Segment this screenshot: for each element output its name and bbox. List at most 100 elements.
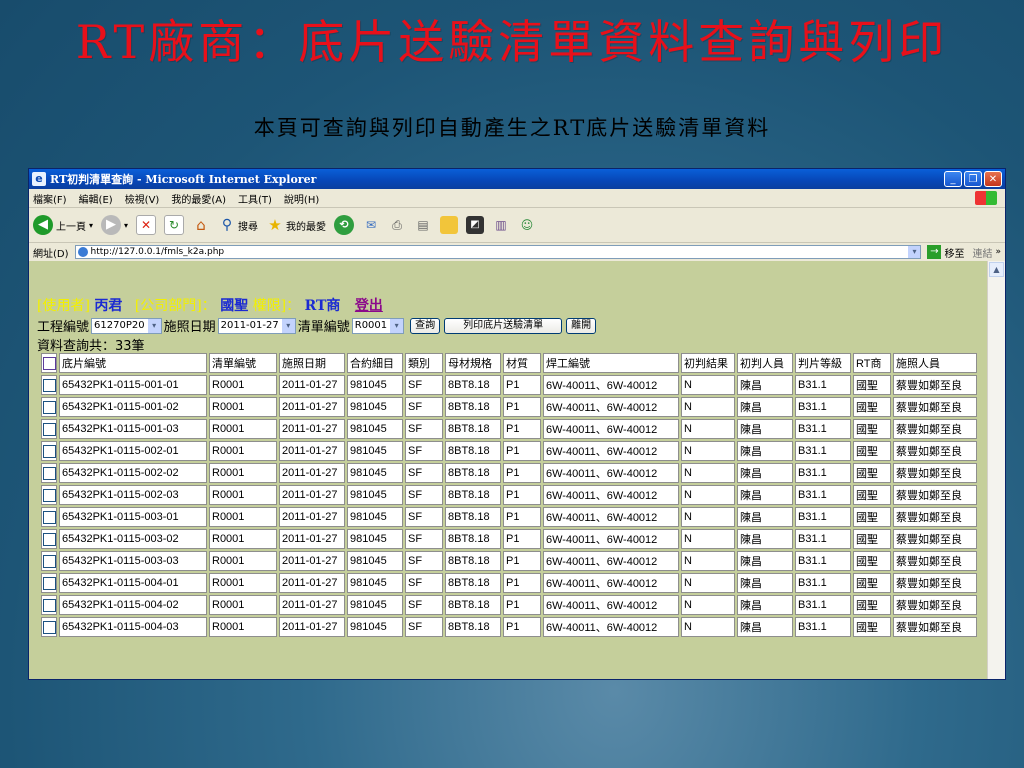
table-cell: 8BT8.18 xyxy=(445,529,501,549)
menu-item[interactable]: 檔案(F) xyxy=(33,191,67,206)
row-checkbox[interactable] xyxy=(42,444,56,458)
table-cell: B31.1 xyxy=(795,375,851,395)
back-label: 上一頁 xyxy=(56,221,86,233)
table-row: 65432PK1-0115-002-03 R0001 2011-01-27 98104… xyxy=(41,485,977,505)
select-all-checkbox[interactable] xyxy=(42,356,56,370)
back-button[interactable]: ◀ 上一頁 ▾ xyxy=(33,215,93,235)
table-cell: N xyxy=(681,595,735,615)
table-cell: N xyxy=(681,419,735,439)
table-cell: 6W-40011、6W-40012 xyxy=(543,529,679,549)
project-select[interactable]: 61270P20 ▾ xyxy=(91,317,162,334)
folder-button[interactable] xyxy=(440,216,459,234)
table-cell: B31.1 xyxy=(795,529,851,549)
go-button[interactable]: → 移至 xyxy=(927,245,964,260)
address-input[interactable]: http://127.0.0.1/fmls_k2a.php ▾ xyxy=(74,245,922,259)
table-cell: P1 xyxy=(503,507,541,527)
refresh-button[interactable]: ↻ xyxy=(164,215,185,235)
row-checkbox[interactable] xyxy=(42,576,56,590)
role-name: RT商 xyxy=(304,298,341,314)
favorites-button[interactable]: ★ 我的最愛 xyxy=(266,216,326,234)
slide-subtitle: 本頁可查詢與列印自動產生之RT底片送驗清單資料 xyxy=(253,116,771,140)
list-select[interactable]: R0001 ▾ xyxy=(351,317,405,334)
dept-label: [公司部門]： xyxy=(134,298,216,314)
table-cell: 陳昌 xyxy=(737,375,793,395)
list-label: 清單編號 xyxy=(297,320,350,335)
scroll-up-icon[interactable]: ▲ xyxy=(989,262,1004,277)
maximize-button[interactable]: ❐ xyxy=(964,171,982,187)
table-cell: R0001 xyxy=(209,507,277,527)
forward-button[interactable]: ▶ ▾ xyxy=(101,215,128,235)
table-cell: 6W-40011、6W-40012 xyxy=(543,507,679,527)
table-cell: B31.1 xyxy=(795,463,851,483)
close-button[interactable]: ✕ xyxy=(984,171,1002,187)
folder-icon xyxy=(440,216,459,234)
printer-icon: ⎙ xyxy=(392,218,402,232)
table-cell: 國聖 xyxy=(853,441,891,461)
table-cell: 2011-01-27 xyxy=(279,485,345,505)
menu-item[interactable]: 編輯(E) xyxy=(79,191,113,206)
mail-button[interactable]: ✉ xyxy=(362,216,380,234)
vertical-scrollbar[interactable]: ▲ xyxy=(987,261,1005,679)
table-cell: P1 xyxy=(503,573,541,593)
print-button[interactable]: ⎙ xyxy=(388,216,406,234)
row-checkbox[interactable] xyxy=(42,532,56,546)
table-cell: B31.1 xyxy=(795,573,851,593)
table-cell: 陳昌 xyxy=(737,573,793,593)
row-checkbox[interactable] xyxy=(42,488,56,502)
chevron-down-icon[interactable]: ▾ xyxy=(908,246,921,258)
table-cell: 蔡豐如鄭至良 xyxy=(893,595,977,615)
table-cell: P1 xyxy=(503,441,541,461)
print-list-button[interactable]: 列印底片送驗清單 xyxy=(444,317,563,334)
table-cell: N xyxy=(681,441,735,461)
row-checkbox[interactable] xyxy=(42,378,56,392)
research-button[interactable]: ◩ xyxy=(466,216,485,234)
table-cell: 國聖 xyxy=(853,507,891,527)
table-cell: 2011-01-27 xyxy=(279,375,345,395)
table-cell: 8BT8.18 xyxy=(445,397,501,417)
row-checkbox[interactable] xyxy=(42,466,56,480)
exit-button[interactable]: 離開 xyxy=(566,317,597,334)
table-cell: SF xyxy=(405,617,443,637)
table-cell: N xyxy=(681,617,735,637)
back-arrow-icon: ◀ xyxy=(33,215,53,235)
messenger-button[interactable]: ☺ xyxy=(518,216,536,234)
table-cell: 981045 xyxy=(347,617,403,637)
row-checkbox[interactable] xyxy=(42,422,56,436)
table-cell: N xyxy=(681,573,735,593)
menu-item[interactable]: 我的最愛(A) xyxy=(171,191,226,206)
history-button[interactable]: ⟲ xyxy=(334,215,355,235)
date-select[interactable]: 2011-01-27 ▾ xyxy=(217,317,296,334)
minimize-button[interactable]: _ xyxy=(944,171,962,187)
window-titlebar[interactable]: e RT初判清單查詢 - Microsoft Internet Explorer… xyxy=(29,169,1005,189)
tools-button[interactable]: ▥ xyxy=(492,216,510,234)
chevron-down-icon: ▾ xyxy=(147,318,161,333)
table-cell: SF xyxy=(405,529,443,549)
row-checkbox[interactable] xyxy=(42,510,56,524)
table-cell: P1 xyxy=(503,419,541,439)
table-cell: 2011-01-27 xyxy=(279,463,345,483)
home-button[interactable]: ⌂ xyxy=(192,216,210,234)
go-label: 移至 xyxy=(944,248,965,260)
column-header: 焊工編號 xyxy=(543,353,679,373)
links-button[interactable]: 連結 xyxy=(972,245,992,260)
table-cell: R0001 xyxy=(209,485,277,505)
research-icon: ◩ xyxy=(466,216,485,234)
table-cell: 65432PK1-0115-001-03 xyxy=(59,419,207,439)
menu-item[interactable]: 檢視(V) xyxy=(125,191,160,206)
menu-item[interactable]: 工具(T) xyxy=(238,191,272,206)
logout-link[interactable]: 登出 xyxy=(355,298,383,314)
query-button[interactable]: 查詢 xyxy=(410,317,441,334)
table-cell: P1 xyxy=(503,485,541,505)
table-cell: 國聖 xyxy=(853,573,891,593)
menu-item[interactable]: 說明(H) xyxy=(284,191,319,206)
row-checkbox[interactable] xyxy=(42,400,56,414)
chevron-right-icon[interactable]: » xyxy=(995,247,1001,257)
row-checkbox[interactable] xyxy=(42,620,56,634)
row-checkbox[interactable] xyxy=(42,554,56,568)
row-checkbox[interactable] xyxy=(42,598,56,612)
search-button[interactable]: ⚲ 搜尋 xyxy=(218,216,258,234)
column-header: 清單編號 xyxy=(209,353,277,373)
stop-button[interactable]: ✕ xyxy=(136,215,157,235)
table-cell: 6W-40011、6W-40012 xyxy=(543,419,679,439)
edit-button[interactable]: ▤ xyxy=(414,216,432,234)
